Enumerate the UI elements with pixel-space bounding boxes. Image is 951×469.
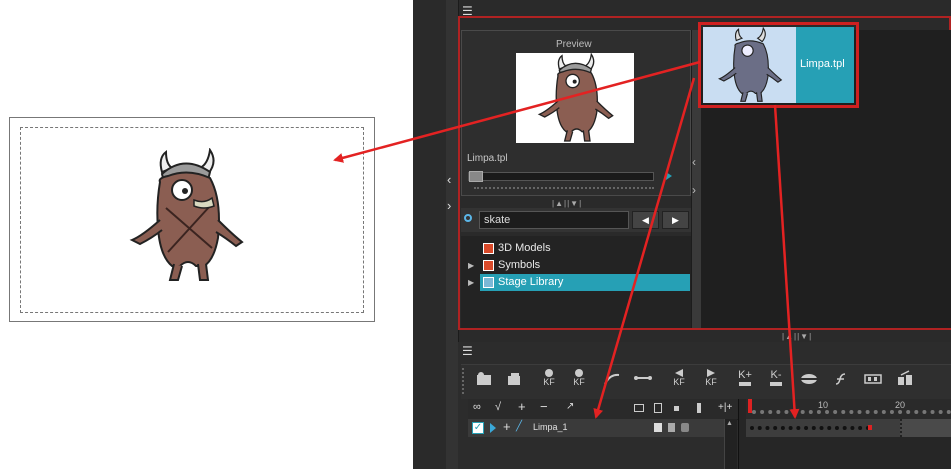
collapse-right-icon[interactable]: › [447,199,451,212]
collapse-left-icon[interactable]: ‹ [692,156,696,168]
lock-icon[interactable] [894,370,916,386]
folder-red-icon [483,260,494,271]
add-keyframe-button[interactable]: KF [538,368,560,387]
exposure-cells[interactable] [750,426,870,434]
set-stop-button[interactable]: K- [765,370,787,387]
frame-mark-10: 10 [818,400,829,410]
add-group-layer-button[interactable] [504,372,524,386]
search-icon [464,214,472,222]
motion-path-icon[interactable] [602,372,622,386]
extend-exposure-icon[interactable] [862,373,884,385]
layer-list-empty [468,437,724,469]
thumbnail-toggle-icon[interactable] [654,403,662,413]
layer-expand-icon[interactable] [490,423,496,433]
folder-red-icon [483,243,494,254]
scroll-up-icon[interactable]: ▲ [726,420,733,427]
preview-slider[interactable] [468,172,654,181]
layer-lock-icon[interactable] [668,423,675,432]
layer-add-icon[interactable]: + [503,419,511,434]
search-next-button[interactable]: ▶ [662,211,689,229]
small-square-icon[interactable] [674,406,679,411]
next-keyframe-button[interactable]: KF [700,368,722,387]
layer-enable-checkbox[interactable]: ✓ [472,422,484,434]
preview-frame-ticks [474,187,654,191]
split-icon[interactable]: +|+ [718,402,732,413]
preview-slider-handle[interactable] [469,171,483,182]
layer-color-swatch[interactable] [654,423,662,432]
binoculars-icon[interactable]: ∞ [473,401,481,413]
search-prev-button[interactable]: ◀ [632,211,659,229]
collapse-right-icon[interactable]: › [692,184,696,196]
folder-blue-icon [483,277,494,288]
set-ease-button[interactable]: K+ [734,370,756,387]
limpa-preview-icon [537,52,614,142]
previous-keyframe-button[interactable]: KF [668,368,690,387]
layer-database-icon[interactable] [681,423,689,432]
preview-title: Preview [556,39,592,50]
toolbar-grip[interactable] [462,368,468,394]
add-drawing-layer-button[interactable] [474,372,494,386]
splitter-handle-icon[interactable]: |▲||▼| [552,199,582,208]
search-input[interactable] [479,211,629,229]
template-label: Limpa.tpl [800,58,845,70]
motion-tool-icon[interactable]: √ [495,401,501,413]
limpa-template-icon [718,26,783,102]
collapse-left-icon[interactable]: ‹ [447,173,451,186]
tree-item-stage-library[interactable]: ▶ Stage Library [465,274,691,291]
add-layer-icon[interactable]: + [518,399,526,414]
limpa-character-icon [129,148,244,281]
end-marker [868,425,872,430]
remove-layer-icon[interactable]: − [540,399,548,414]
expand-arrow-icon[interactable]: ▶ [468,257,474,274]
display-toggle-icon[interactable] [634,404,644,412]
layer-peg-icon: ╱ [516,421,523,432]
tree-item-3d-models[interactable]: 3D Models [465,240,691,257]
play-icon[interactable] [666,172,672,180]
preview-thumbnail [516,52,634,143]
frame-mark-20: 20 [895,400,906,410]
preview-filename: Limpa.tpl [467,153,508,164]
ruler-ticks [752,410,951,418]
splitter-handle-icon[interactable]: |▲||▼| [782,332,812,341]
add-peg-icon[interactable]: ↗ [566,401,574,412]
empty-frames[interactable] [900,419,951,437]
stage-view [9,117,375,322]
onion-skin-icon[interactable] [798,372,820,386]
template-thumbnail[interactable] [703,26,796,103]
layer-name[interactable]: Limpa_1 [533,422,568,432]
tree-item-symbols[interactable]: ▶ Symbols [465,257,691,274]
bar-icon[interactable] [697,403,701,413]
constant-segment-icon[interactable] [632,374,654,382]
remove-keyframe-button[interactable]: KF [568,368,590,387]
timeline-empty [746,437,951,469]
expand-arrow-icon[interactable]: ▶ [468,274,474,291]
timeline-menu-icon[interactable]: ☰ [462,345,473,357]
function-icon[interactable] [830,372,852,386]
